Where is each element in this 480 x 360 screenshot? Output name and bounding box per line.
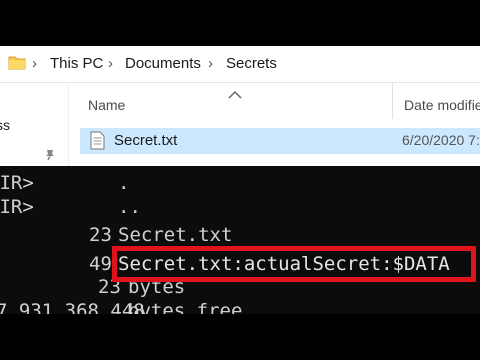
highlight-box	[112, 246, 476, 282]
entry-name: Secret.txt	[118, 224, 233, 246]
column-name-label: Name	[88, 97, 126, 113]
breadcrumb-documents[interactable]: Documents	[125, 55, 201, 72]
entry-size: 49	[89, 253, 112, 275]
chevron-right-icon: ›	[108, 55, 113, 72]
file-explorer-window: › This PC › Documents › Secrets ss Name …	[0, 46, 480, 166]
navigation-pane: ss	[0, 83, 69, 166]
dir-label: DIR>	[0, 196, 34, 218]
text-file-icon	[90, 131, 105, 150]
pin-icon[interactable]	[44, 147, 58, 161]
entry-name: ..	[118, 196, 141, 218]
sort-up-icon	[228, 90, 242, 99]
file-date: 6/20/2020 7:	[402, 132, 480, 148]
dir-label: DIR>	[0, 172, 34, 194]
column-header-date[interactable]: Date modifie	[392, 83, 480, 119]
chevron-right-icon: ›	[32, 55, 37, 72]
column-date-label: Date modifie	[404, 97, 480, 113]
breadcrumb-this-pc[interactable]: This PC	[50, 55, 103, 72]
chevron-right-icon: ›	[208, 55, 213, 72]
column-header-name[interactable]: Name	[80, 83, 390, 119]
letterbox-top	[0, 0, 480, 46]
entry-name: .	[118, 172, 130, 194]
address-bar[interactable]: › This PC › Documents › Secrets	[0, 46, 480, 83]
file-row[interactable]: Secret.txt 6/20/2020 7:	[80, 128, 480, 154]
file-name: Secret.txt	[114, 132, 178, 149]
entry-size: 23	[89, 224, 112, 246]
letterbox-bottom	[0, 314, 480, 360]
folder-icon	[8, 56, 26, 70]
navpane-item-label[interactable]: ss	[0, 117, 10, 133]
breadcrumb-secrets[interactable]: Secrets	[226, 55, 277, 72]
terminal-window: DIR> . DIR> .. 23 Secret.txt 49 Secret.t…	[0, 166, 480, 322]
